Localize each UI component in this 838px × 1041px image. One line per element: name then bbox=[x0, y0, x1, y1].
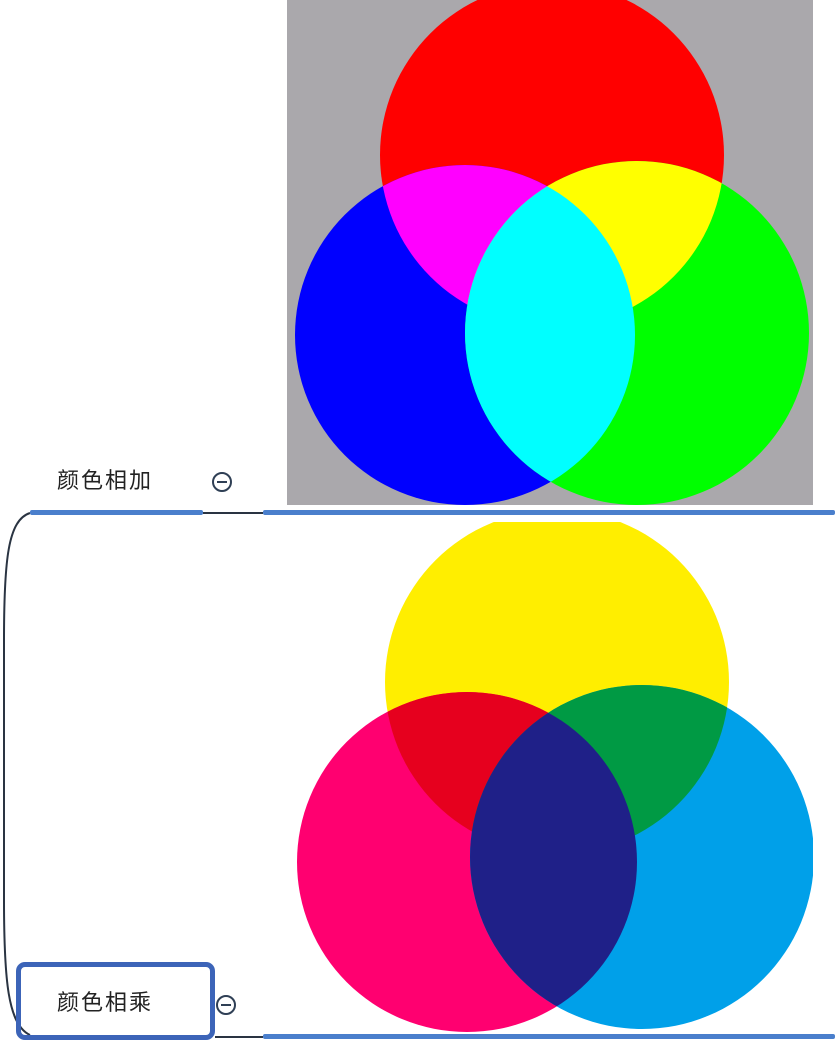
subtractive-color-image[interactable] bbox=[287, 522, 813, 1032]
collapse-minus-icon[interactable] bbox=[212, 472, 232, 492]
image-multiply-underline bbox=[263, 1034, 835, 1039]
topic-multiply-connector bbox=[215, 1036, 263, 1038]
topic-additive-connector bbox=[203, 512, 263, 514]
collapse-minus-icon[interactable] bbox=[216, 995, 236, 1015]
additive-color-image[interactable] bbox=[287, 0, 813, 505]
topic-additive-label[interactable]: 颜色相加 bbox=[57, 468, 153, 496]
topic-additive-underline bbox=[30, 510, 203, 515]
image-additive-underline bbox=[263, 510, 835, 515]
topic-multiply-label[interactable]: 颜色相乘 bbox=[57, 990, 153, 1018]
